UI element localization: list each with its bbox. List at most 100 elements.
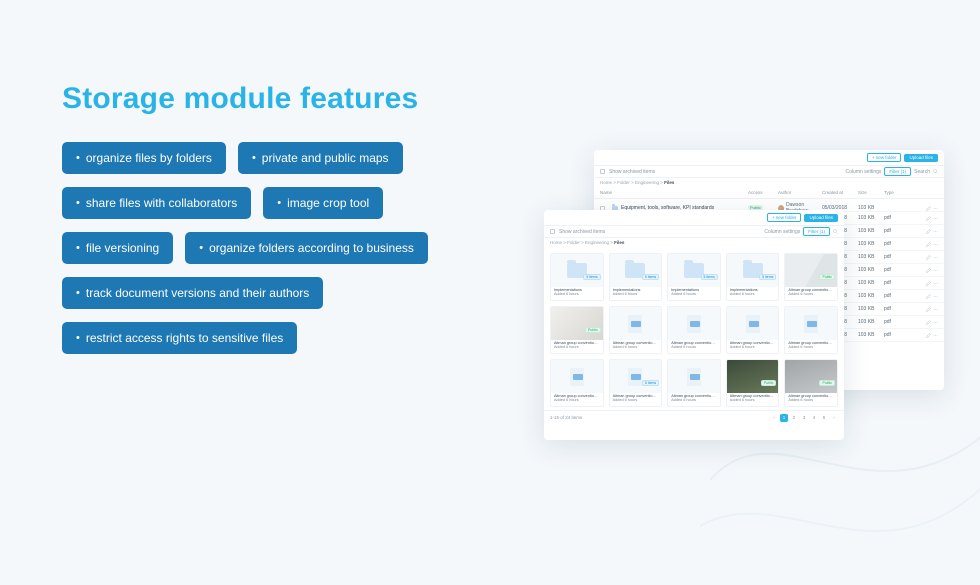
- feature-content: Storage module features organize files b…: [62, 82, 492, 367]
- file-card[interactable]: Altman group convention.pdfAdded 6 hours: [667, 306, 721, 354]
- show-archived-toggle-label[interactable]: Show archived items: [559, 229, 605, 235]
- row-type: pdf: [884, 332, 908, 338]
- page-button[interactable]: 5: [820, 414, 828, 422]
- edit-icon[interactable]: [926, 307, 931, 312]
- public-badge: Public: [819, 380, 835, 386]
- col-size[interactable]: Size: [858, 190, 884, 195]
- feature-pill: private and public maps: [238, 142, 403, 174]
- filter-button[interactable]: Filter (1): [884, 167, 911, 176]
- file-card[interactable]: Altman group convention.pdfAdded 6 hours: [667, 359, 721, 407]
- file-card[interactable]: 5 itemsAltman group convention.pdfAdded …: [609, 359, 663, 407]
- file-card[interactable]: 5 itemsImplementationsAdded 6 hours: [667, 253, 721, 301]
- page-button[interactable]: 3: [800, 414, 808, 422]
- more-icon[interactable]: [933, 281, 938, 286]
- more-icon[interactable]: [933, 229, 938, 234]
- edit-icon[interactable]: [926, 294, 931, 299]
- image-thumbnail: [785, 360, 837, 393]
- upload-button[interactable]: Upload files: [804, 214, 838, 222]
- edit-icon[interactable]: [926, 333, 931, 338]
- feature-pill: share files with collaborators: [62, 187, 251, 219]
- edit-icon[interactable]: [926, 206, 931, 211]
- file-card[interactable]: 5 itemsImplementationsAdded 6 hours: [550, 253, 604, 301]
- breadcrumb-path[interactable]: Home > Folder > Engineering >: [550, 240, 614, 245]
- column-settings-button[interactable]: Column settings: [764, 229, 800, 235]
- result-summary: 1-15 of 24 items: [550, 415, 582, 420]
- breadcrumb-current: Files: [614, 240, 624, 245]
- file-card[interactable]: Altman group convention.pdfAdded 6 hours: [609, 306, 663, 354]
- feature-pill: file versioning: [62, 232, 173, 264]
- card-subtitle: Added 6 hours: [671, 292, 696, 296]
- search-icon[interactable]: [833, 229, 838, 234]
- item-count-badge: 5 items: [701, 274, 718, 280]
- row-type: pdf: [884, 254, 908, 260]
- feature-pill: organize folders according to business: [185, 232, 428, 264]
- new-folder-button[interactable]: + new folder: [767, 213, 802, 222]
- breadcrumb[interactable]: Home > Folder > Engineering > Files: [544, 238, 844, 247]
- file-card-grid: 5 itemsImplementationsAdded 6 hours5 ite…: [550, 253, 838, 407]
- col-access[interactable]: Access: [748, 190, 778, 195]
- file-card[interactable]: PublicAltman group convention.pdfAdded 6…: [784, 359, 838, 407]
- search-label[interactable]: Search: [914, 169, 930, 175]
- new-folder-button[interactable]: + new folder: [867, 153, 902, 162]
- edit-icon[interactable]: [926, 242, 931, 247]
- edit-icon[interactable]: [926, 320, 931, 325]
- file-card[interactable]: PublicAltman group convention.pdfAdded 6…: [550, 306, 604, 354]
- image-thumbnail: [551, 307, 603, 340]
- image-thumbnail: [727, 360, 779, 393]
- breadcrumb[interactable]: Home > Folder > Engineering > Files: [594, 178, 944, 187]
- page-button[interactable]: 4: [810, 414, 818, 422]
- page-button[interactable]: 1: [780, 414, 788, 422]
- file-card[interactable]: PublicAltman group convention.pdfAdded 6…: [726, 359, 780, 407]
- edit-icon[interactable]: [926, 255, 931, 260]
- more-icon[interactable]: [933, 307, 938, 312]
- upload-button[interactable]: Upload files: [904, 154, 938, 162]
- more-icon[interactable]: [933, 242, 938, 247]
- document-icon: [628, 315, 642, 333]
- filter-button[interactable]: Filter (1): [803, 227, 830, 236]
- more-icon[interactable]: [933, 333, 938, 338]
- card-subtitle: Added 6 hours: [554, 398, 579, 402]
- row-type: pdf: [884, 215, 908, 221]
- col-created[interactable]: Created at: [822, 190, 858, 195]
- card-subtitle: Added 6 hours: [788, 292, 813, 296]
- row-size: 103 KB: [858, 228, 884, 234]
- edit-icon[interactable]: [926, 268, 931, 273]
- page-button[interactable]: 2: [790, 414, 798, 422]
- more-icon[interactable]: [933, 216, 938, 221]
- file-card[interactable]: Altman group convention.pdfAdded 6 hours: [550, 359, 604, 407]
- select-all-checkbox[interactable]: [600, 169, 605, 174]
- row-type: pdf: [884, 306, 908, 312]
- document-icon: [570, 368, 584, 386]
- more-icon[interactable]: [933, 320, 938, 325]
- page-button[interactable]: ‹: [770, 414, 778, 422]
- more-icon[interactable]: [933, 255, 938, 260]
- row-size: 103 KB: [858, 280, 884, 286]
- more-icon[interactable]: [933, 294, 938, 299]
- file-card[interactable]: 5 itemsImplementationsAdded 6 hours: [726, 253, 780, 301]
- item-count-badge: 5 items: [642, 380, 659, 386]
- more-icon[interactable]: [933, 268, 938, 273]
- page-button[interactable]: ›: [830, 414, 838, 422]
- public-badge: Public: [585, 327, 601, 333]
- edit-icon[interactable]: [926, 281, 931, 286]
- file-card[interactable]: PublicAltman group convention.pdfAdded 6…: [784, 253, 838, 301]
- col-name[interactable]: Name: [600, 190, 748, 195]
- more-icon[interactable]: [933, 206, 938, 211]
- document-icon: [687, 368, 701, 386]
- column-settings-button[interactable]: Column settings: [846, 169, 882, 175]
- show-archived-toggle-label[interactable]: Show archived items: [609, 169, 655, 175]
- edit-icon[interactable]: [926, 216, 931, 221]
- breadcrumb-path[interactable]: Home > Folder > Engineering >: [600, 180, 664, 185]
- card-subtitle: Added 6 hours: [554, 292, 579, 296]
- select-all-checkbox[interactable]: [550, 229, 555, 234]
- col-author[interactable]: Author: [778, 190, 822, 195]
- file-card[interactable]: Altman group convention.pdfAdded 6 hours: [726, 306, 780, 354]
- edit-icon[interactable]: [926, 229, 931, 234]
- card-subtitle: Added 6 hours: [613, 398, 638, 402]
- col-type[interactable]: Type: [884, 190, 908, 195]
- file-card[interactable]: Altman group convention.pdfAdded 6 hours: [784, 306, 838, 354]
- search-icon[interactable]: [933, 169, 938, 174]
- public-badge: Public: [819, 274, 835, 280]
- row-size: 103 KB: [858, 241, 884, 247]
- file-card[interactable]: 5 itemsImplementationsAdded 6 hours: [609, 253, 663, 301]
